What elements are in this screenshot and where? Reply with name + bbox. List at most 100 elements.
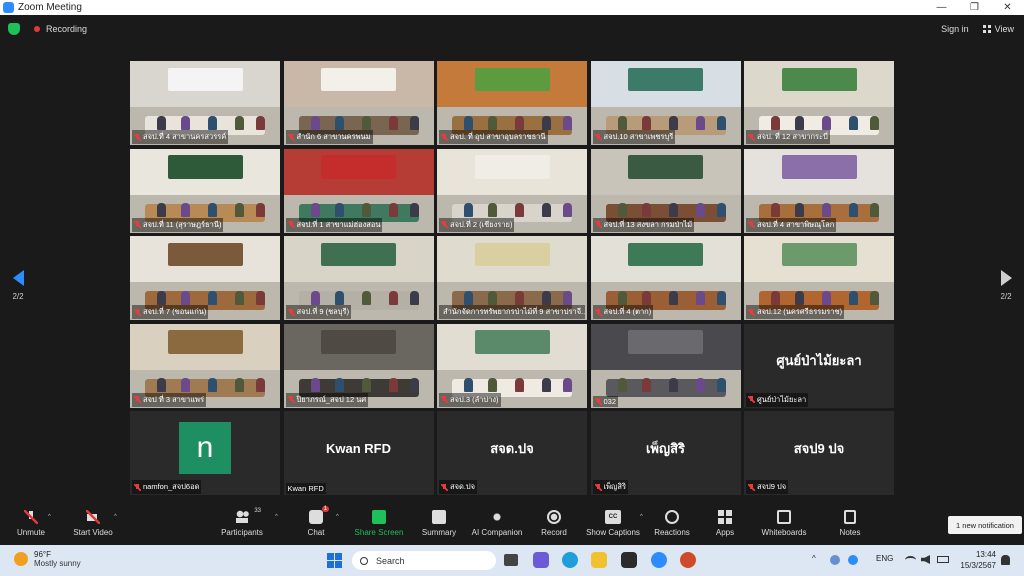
windows-taskbar: 96°F Mostly sunny Search ^ ENG 13:44 15/… xyxy=(0,545,1024,576)
task-view-icon[interactable] xyxy=(504,554,518,566)
wifi-icon[interactable] xyxy=(905,556,916,564)
participants-button[interactable]: 33 Participants xyxy=(207,508,277,537)
participant-name-label: สจป.ที่ 4 สาขาพิษณุโลก xyxy=(746,217,837,232)
participant-tile[interactable]: สำนัก 6 สาขานครพนม xyxy=(283,61,434,145)
weather-widget[interactable]: 96°F Mostly sunny xyxy=(14,550,81,568)
input-language[interactable]: ENG xyxy=(876,554,893,563)
microphone-muted-icon xyxy=(287,133,295,141)
edge-browser-icon[interactable] xyxy=(562,552,578,568)
participant-tile[interactable]: สจป.ที่ 4 (ตาก) xyxy=(590,236,741,320)
participant-tile[interactable]: สำนักจัดการทรัพยากรป่าไม้ที่ 9 สาขาปราจี… xyxy=(437,236,587,320)
powerpoint-icon[interactable] xyxy=(680,552,696,568)
search-icon xyxy=(360,556,368,565)
participants-options-caret[interactable]: ^ xyxy=(275,514,278,520)
participant-tile[interactable]: n namfon_สจป6อด xyxy=(130,411,280,495)
participant-name-label: สจป.ที่ 2 (เชียงราย) xyxy=(439,217,515,232)
video-options-caret[interactable]: ^ xyxy=(114,514,117,520)
participant-tile[interactable]: สจป.10 สาขาเพชรบุรี xyxy=(590,61,741,145)
participant-tile[interactable]: ปิยาภรณ์_สจป 12 นศ xyxy=(283,323,434,408)
participant-tile[interactable]: สจป.ที่ 7 (ขอนแก่น) xyxy=(130,236,280,320)
recording-label[interactable]: Recording xyxy=(46,24,87,34)
search-placeholder: Search xyxy=(376,555,405,566)
page-indicator-right: 2/2 xyxy=(1000,292,1012,301)
windows-start-icon[interactable] xyxy=(327,553,342,568)
participant-tile[interactable]: สจป.3 (ลำปาง) xyxy=(437,323,587,408)
view-button[interactable]: View xyxy=(982,24,1014,34)
summary-icon xyxy=(432,510,446,524)
microphone-muted-icon xyxy=(441,221,448,228)
participant-tile[interactable]: 032 xyxy=(590,323,741,408)
participant-name-label: สจด.ปจ xyxy=(439,480,478,494)
chat-label: Chat xyxy=(307,528,325,537)
participant-tile[interactable]: เพ็ญสิริ เพ็ญสิริ xyxy=(590,411,741,495)
participant-tile[interactable]: สจป9 ปจ สจป9 ปจ xyxy=(744,411,894,495)
chat-button[interactable]: 1 Chat xyxy=(281,506,351,537)
participant-name: สำนัก 6 สาขานครพนม xyxy=(296,132,371,141)
audio-options-caret[interactable]: ^ xyxy=(48,514,51,520)
notification-bell-icon[interactable] xyxy=(1001,555,1010,565)
close-button[interactable]: ✕ xyxy=(991,0,1024,15)
participant-name: สจป9 ปจ xyxy=(757,482,787,491)
participant-tile[interactable]: สจป.ที่ 9 (ชลบุรี) xyxy=(283,236,434,320)
participant-tile[interactable]: ศูนย์ป่าไม้ยะลา ศูนย์ป่าไม้ยะลา xyxy=(744,323,894,408)
minimize-button[interactable]: — xyxy=(925,0,958,15)
share-screen-label: Share Screen xyxy=(354,528,404,537)
summary-label: Summary xyxy=(421,528,457,537)
participant-tile[interactable]: สจป.ที่ 13 สงขลา กรมป่าไม้ xyxy=(590,148,741,233)
participant-tile[interactable]: สจป. ที่ 12 สาขากระบี่ xyxy=(744,61,894,145)
participant-name-label: สจป. ที่ 12 สาขากระบี่ xyxy=(746,130,830,144)
participant-tile[interactable]: สจป.ที่ 11 (สุราษฎร์ธานี) xyxy=(130,148,280,233)
participant-name-label: 032 xyxy=(592,395,619,407)
next-page-button[interactable]: 2/2 xyxy=(996,270,1016,301)
microphone-muted-icon xyxy=(287,396,295,403)
battery-icon[interactable] xyxy=(937,556,949,563)
taskbar-search-box[interactable]: Search xyxy=(352,551,496,570)
participant-name-label: สจป.ที่ 4 (ตาก) xyxy=(592,305,654,319)
zoom-tray-icon[interactable] xyxy=(848,555,858,565)
whiteboards-button[interactable]: Whiteboards xyxy=(749,510,819,537)
record-icon xyxy=(547,510,561,524)
participant-display-name: Kwan RFD xyxy=(326,440,391,456)
taskbar-clock[interactable]: 13:44 15/3/2567 xyxy=(956,549,996,571)
sign-in-link[interactable]: Sign in xyxy=(941,24,969,34)
participant-display-name: เพ็ญสิริ xyxy=(645,440,685,456)
microphone-muted-icon xyxy=(594,397,602,405)
previous-page-button[interactable]: 2/2 xyxy=(8,270,28,301)
store-app-icon[interactable] xyxy=(621,552,637,568)
captions-icon-text: CC xyxy=(608,514,618,520)
teams-chat-icon[interactable] xyxy=(533,552,549,568)
cloud-sync-icon[interactable] xyxy=(830,555,840,565)
clock-date: 15/3/2567 xyxy=(960,561,996,570)
participant-tile[interactable]: สจป.ที่ 2 (เชียงราย) xyxy=(437,148,587,233)
participant-tile[interactable]: สจป ที่ 3 สาขาแพร่ xyxy=(130,323,280,408)
participant-tile[interactable]: สจป.ที่ 4 สาขาพิษณุโลก xyxy=(744,148,894,233)
participant-name: namfon_สจป6อด xyxy=(143,482,200,491)
new-notification-toast[interactable]: 1 new notification xyxy=(948,516,1022,534)
emoji-smile-icon xyxy=(665,510,679,524)
file-explorer-icon[interactable] xyxy=(591,552,607,568)
tray-overflow-caret[interactable]: ^ xyxy=(812,554,816,563)
participant-tile[interactable]: สจด.ปจ สจด.ปจ xyxy=(437,411,587,495)
start-video-label: Start Video xyxy=(73,528,113,537)
participant-name-label: สำนัก 6 สาขานครพนม xyxy=(285,130,373,144)
volume-icon[interactable] xyxy=(921,555,930,564)
start-video-button[interactable]: Start Video xyxy=(58,510,128,537)
video-gallery-grid: สจป.ที่ 4 สาขานครสวรรค์ สำนัก 6 สาขานครพน… xyxy=(130,61,894,499)
title-bar: Zoom Meeting — ❐ ✕ xyxy=(0,0,1024,15)
sparkle-icon xyxy=(490,510,504,524)
chat-options-caret[interactable]: ^ xyxy=(336,514,339,520)
participant-tile[interactable]: สจป.ที่ 1 สาขาแม่ฮ่องสอน xyxy=(283,148,434,233)
participant-name: สจด.ปจ xyxy=(450,482,476,491)
encryption-shield-icon[interactable] xyxy=(8,23,20,35)
participant-tile[interactable]: สจป. ที่ อุป สาขาอุบลราชธานี xyxy=(437,61,587,145)
notes-button[interactable]: Notes xyxy=(815,510,885,537)
maximize-button[interactable]: ❐ xyxy=(958,0,991,15)
participant-tile[interactable]: สจป.12 (นครศรีธรรมราช) xyxy=(744,236,894,320)
participant-name-label: namfon_สจป6อด xyxy=(132,480,202,494)
chat-icon: 1 xyxy=(309,506,329,524)
unmute-button[interactable]: Unmute xyxy=(0,510,66,537)
zoom-app-icon[interactable] xyxy=(651,552,667,568)
reactions-label: Reactions xyxy=(654,528,690,537)
participant-tile[interactable]: สจป.ที่ 4 สาขานครสวรรค์ xyxy=(130,61,280,145)
participant-tile[interactable]: Kwan RFD Kwan RFD xyxy=(283,411,434,495)
